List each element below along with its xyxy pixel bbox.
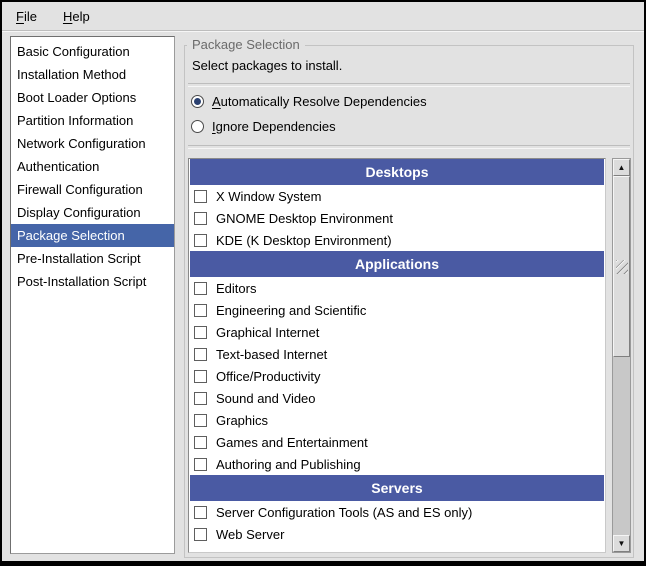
sidebar-item-partition-information[interactable]: Partition Information — [11, 109, 174, 132]
package-label: Text-based Internet — [216, 347, 327, 362]
sidebar-item-authentication[interactable]: Authentication — [11, 155, 174, 178]
up-arrow-icon: ▲ — [618, 164, 626, 172]
checkbox-icon[interactable] — [194, 234, 207, 247]
package-label: Sound and Video — [216, 391, 316, 406]
package-row-authoring-and-publishing[interactable]: Authoring and Publishing — [189, 453, 605, 475]
checkbox-icon[interactable] — [194, 506, 207, 519]
package-row-office-productivity[interactable]: Office/Productivity — [189, 365, 605, 387]
package-row-text-based-internet[interactable]: Text-based Internet — [189, 343, 605, 365]
checkbox-icon[interactable] — [194, 326, 207, 339]
package-row-engineering-and-scientific[interactable]: Engineering and Scientific — [189, 299, 605, 321]
package-row-games-and-entertainment[interactable]: Games and Entertainment — [189, 431, 605, 453]
checkbox-icon[interactable] — [194, 436, 207, 449]
package-label: Web Server — [216, 527, 284, 542]
package-list: Desktops X Window System GNOME Desktop Env… — [188, 158, 606, 553]
package-row-kde-k-desktop-environment[interactable]: KDE (K Desktop Environment) — [189, 229, 605, 251]
radio-button-icon[interactable] — [191, 120, 204, 133]
checkbox-icon[interactable] — [194, 370, 207, 383]
separator — [188, 145, 630, 149]
checkbox-icon[interactable] — [194, 528, 207, 541]
package-row-server-configuration-tools-as-and-es-only[interactable]: Server Configuration Tools (AS and ES on… — [189, 501, 605, 523]
radio-automatically-resolve-dependencies[interactable]: Automatically Resolve Dependencies — [191, 91, 427, 111]
radio-button-icon[interactable] — [191, 95, 204, 108]
package-label: Graphical Internet — [216, 325, 319, 340]
package-row-gnome-desktop-environment[interactable]: GNOME Desktop Environment — [189, 207, 605, 229]
package-row-graphics[interactable]: Graphics — [189, 409, 605, 431]
radio-label: Automatically Resolve Dependencies — [212, 94, 427, 109]
menu-item-help[interactable]: Help — [55, 6, 98, 27]
separator — [188, 83, 630, 87]
sidebar-item-package-selection[interactable]: Package Selection — [11, 224, 174, 247]
frame-title: Package Selection — [187, 37, 305, 52]
package-label: GNOME Desktop Environment — [216, 211, 393, 226]
package-label: Office/Productivity — [216, 369, 321, 384]
package-label: Games and Entertainment — [216, 435, 368, 450]
section-header-applications: Applications — [190, 251, 604, 277]
package-label: Server Configuration Tools (AS and ES on… — [216, 505, 472, 520]
package-label: KDE (K Desktop Environment) — [216, 233, 392, 248]
sidebar-item-display-configuration[interactable]: Display Configuration — [11, 201, 174, 224]
checkbox-icon[interactable] — [194, 304, 207, 317]
checkbox-icon[interactable] — [194, 212, 207, 225]
subtitle-text: Select packages to install. — [192, 58, 342, 73]
vertical-scrollbar[interactable]: ▲ ▼ — [612, 158, 631, 553]
sidebar-item-installation-method[interactable]: Installation Method — [11, 63, 174, 86]
package-label: X Window System — [216, 189, 321, 204]
package-selection-frame: Package Selection Select packages to ins… — [184, 45, 634, 558]
sidebar-item-network-configuration[interactable]: Network Configuration — [11, 132, 174, 155]
package-label: Graphics — [216, 413, 268, 428]
sidebar-item-firewall-configuration[interactable]: Firewall Configuration — [11, 178, 174, 201]
sidebar-item-basic-configuration[interactable]: Basic Configuration — [11, 40, 174, 63]
kickstart-configurator-window: File Help Basic ConfigurationInstallation… — [0, 0, 646, 566]
scroll-down-button[interactable]: ▼ — [613, 535, 630, 552]
radio-ignore-dependencies[interactable]: Ignore Dependencies — [191, 116, 336, 136]
package-row-sound-and-video[interactable]: Sound and Video — [189, 387, 605, 409]
checkbox-icon[interactable] — [194, 190, 207, 203]
package-label: Authoring and Publishing — [216, 457, 361, 472]
radio-label: Ignore Dependencies — [212, 119, 336, 134]
package-label: Editors — [216, 281, 256, 296]
section-header-servers: Servers — [190, 475, 604, 501]
checkbox-icon[interactable] — [194, 348, 207, 361]
package-row-graphical-internet[interactable]: Graphical Internet — [189, 321, 605, 343]
menu-item-file[interactable]: File — [8, 6, 45, 27]
menu-bar: File Help — [2, 2, 644, 31]
package-row-web-server[interactable]: Web Server — [189, 523, 605, 545]
sidebar-item-pre-installation-script[interactable]: Pre-Installation Script — [11, 247, 174, 270]
config-section-list: Basic ConfigurationInstallation MethodBo… — [10, 36, 175, 554]
package-row-editors[interactable]: Editors — [189, 277, 605, 299]
checkbox-icon[interactable] — [194, 392, 207, 405]
package-label: Engineering and Scientific — [216, 303, 366, 318]
down-arrow-icon: ▼ — [618, 540, 626, 548]
sidebar-item-boot-loader-options[interactable]: Boot Loader Options — [11, 86, 174, 109]
checkbox-icon[interactable] — [194, 282, 207, 295]
checkbox-icon[interactable] — [194, 458, 207, 471]
section-header-desktops: Desktops — [190, 159, 604, 185]
scrollbar-grip-icon — [616, 260, 628, 274]
scroll-up-button[interactable]: ▲ — [613, 159, 630, 176]
scrollbar-thumb[interactable] — [613, 176, 630, 357]
package-row-x-window-system[interactable]: X Window System — [189, 185, 605, 207]
checkbox-icon[interactable] — [194, 414, 207, 427]
sidebar-item-post-installation-script[interactable]: Post-Installation Script — [11, 270, 174, 293]
